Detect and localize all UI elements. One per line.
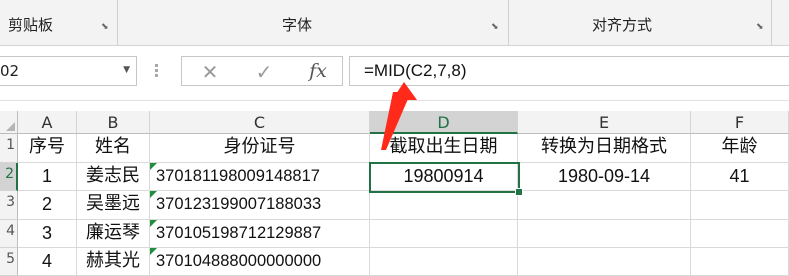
text-number-flag-icon [150,220,157,227]
formula-bar: 02 ▼ ✕ ✓ fx =MID(C2,7,8) [0,46,789,101]
row-header-1[interactable]: 1 [0,134,18,163]
ribbon: 剪贴板 ⬊ 字体 ⬊ 对齐方式 ⬊ [0,0,789,46]
insert-function-icon[interactable]: fx [306,60,330,82]
spreadsheet-grid: A B C D E F 1 序号 姓名 身份证号 截取出生日期 转换为日期格式 … [0,101,789,276]
cancel-icon[interactable]: ✕ [198,60,222,84]
column-header-f[interactable]: F [691,111,789,134]
text-number-flag-icon [150,191,157,198]
font-group-label: 字体 [282,16,313,34]
table-cell[interactable] [691,191,789,220]
table-cell[interactable]: 吴墨远 [77,191,150,220]
clipboard-group-label: 剪贴板 [8,16,54,34]
header-cell[interactable]: 截取出生日期 [370,134,518,163]
table-cell[interactable] [518,191,691,220]
table-cell[interactable]: 廉运琴 [77,220,150,248]
select-all-corner[interactable] [0,111,18,134]
column-header-a[interactable]: A [18,111,77,134]
table-cell[interactable] [691,248,789,276]
table-cell[interactable]: 41 [691,163,789,191]
table-cell[interactable]: 1 [18,163,77,191]
header-cell[interactable]: 年龄 [691,134,789,163]
table-cell[interactable] [370,220,518,248]
table-cell[interactable]: 2 [18,191,77,220]
column-header-d[interactable]: D [370,111,518,134]
font-group: 字体 ⬊ [118,0,508,45]
formula-text: =MID(C2,7,8) [364,61,467,80]
table-cell[interactable]: 姜志民 [77,163,150,191]
table-cell[interactable]: 赫其光 [77,248,150,276]
column-header-c[interactable]: C [150,111,370,134]
table-cell[interactable] [518,248,691,276]
fill-handle[interactable] [515,188,523,196]
table-cell[interactable]: 370105198712129887 [150,220,370,248]
text-number-flag-icon [150,163,157,170]
table-cell[interactable] [370,191,518,220]
table-cell[interactable]: 4 [18,248,77,276]
active-cell[interactable]: 19800914 [370,163,518,191]
table-cell[interactable]: 370181198009148817 [150,163,370,191]
name-box[interactable]: 02 ▼ [0,56,137,86]
drag-handle-icon[interactable] [155,64,159,80]
table-cell[interactable]: 370104888000000000 [150,248,370,276]
table-cell[interactable]: 3 [18,220,77,248]
clipboard-launcher-icon[interactable]: ⬊ [101,22,111,32]
header-cell[interactable]: 姓名 [77,134,150,163]
table-cell[interactable] [691,220,789,248]
row-header-4[interactable]: 4 [0,220,18,248]
table-cell[interactable] [518,220,691,248]
header-cell[interactable]: 序号 [18,134,77,163]
font-launcher-icon[interactable]: ⬊ [491,22,501,32]
text-number-flag-icon [150,248,157,255]
row-header-3[interactable]: 3 [0,191,18,220]
formula-input[interactable]: =MID(C2,7,8) [349,56,789,86]
formula-buttons: ✕ ✓ fx [181,56,343,86]
clipboard-group: 剪贴板 ⬊ [0,0,117,45]
header-cell[interactable]: 转换为日期格式 [518,134,691,163]
ribbon-separator [771,0,772,45]
column-header-e[interactable]: E [518,111,691,134]
row-header-5[interactable]: 5 [0,248,18,276]
alignment-group: 对齐方式 ⬊ [509,0,771,45]
row-header-2[interactable]: 2 [0,163,18,191]
alignment-launcher-icon[interactable]: ⬊ [756,22,766,32]
table-cell[interactable]: 1980-09-14 [518,163,691,191]
table-cell[interactable] [370,248,518,276]
name-box-value: 02 [0,62,20,80]
enter-icon[interactable]: ✓ [252,60,276,84]
alignment-group-label: 对齐方式 [592,16,653,34]
table-cell[interactable]: 370123199007188033 [150,191,370,220]
column-header-b[interactable]: B [77,111,150,134]
header-cell[interactable]: 身份证号 [150,134,370,163]
chevron-down-icon[interactable]: ▼ [123,65,130,75]
